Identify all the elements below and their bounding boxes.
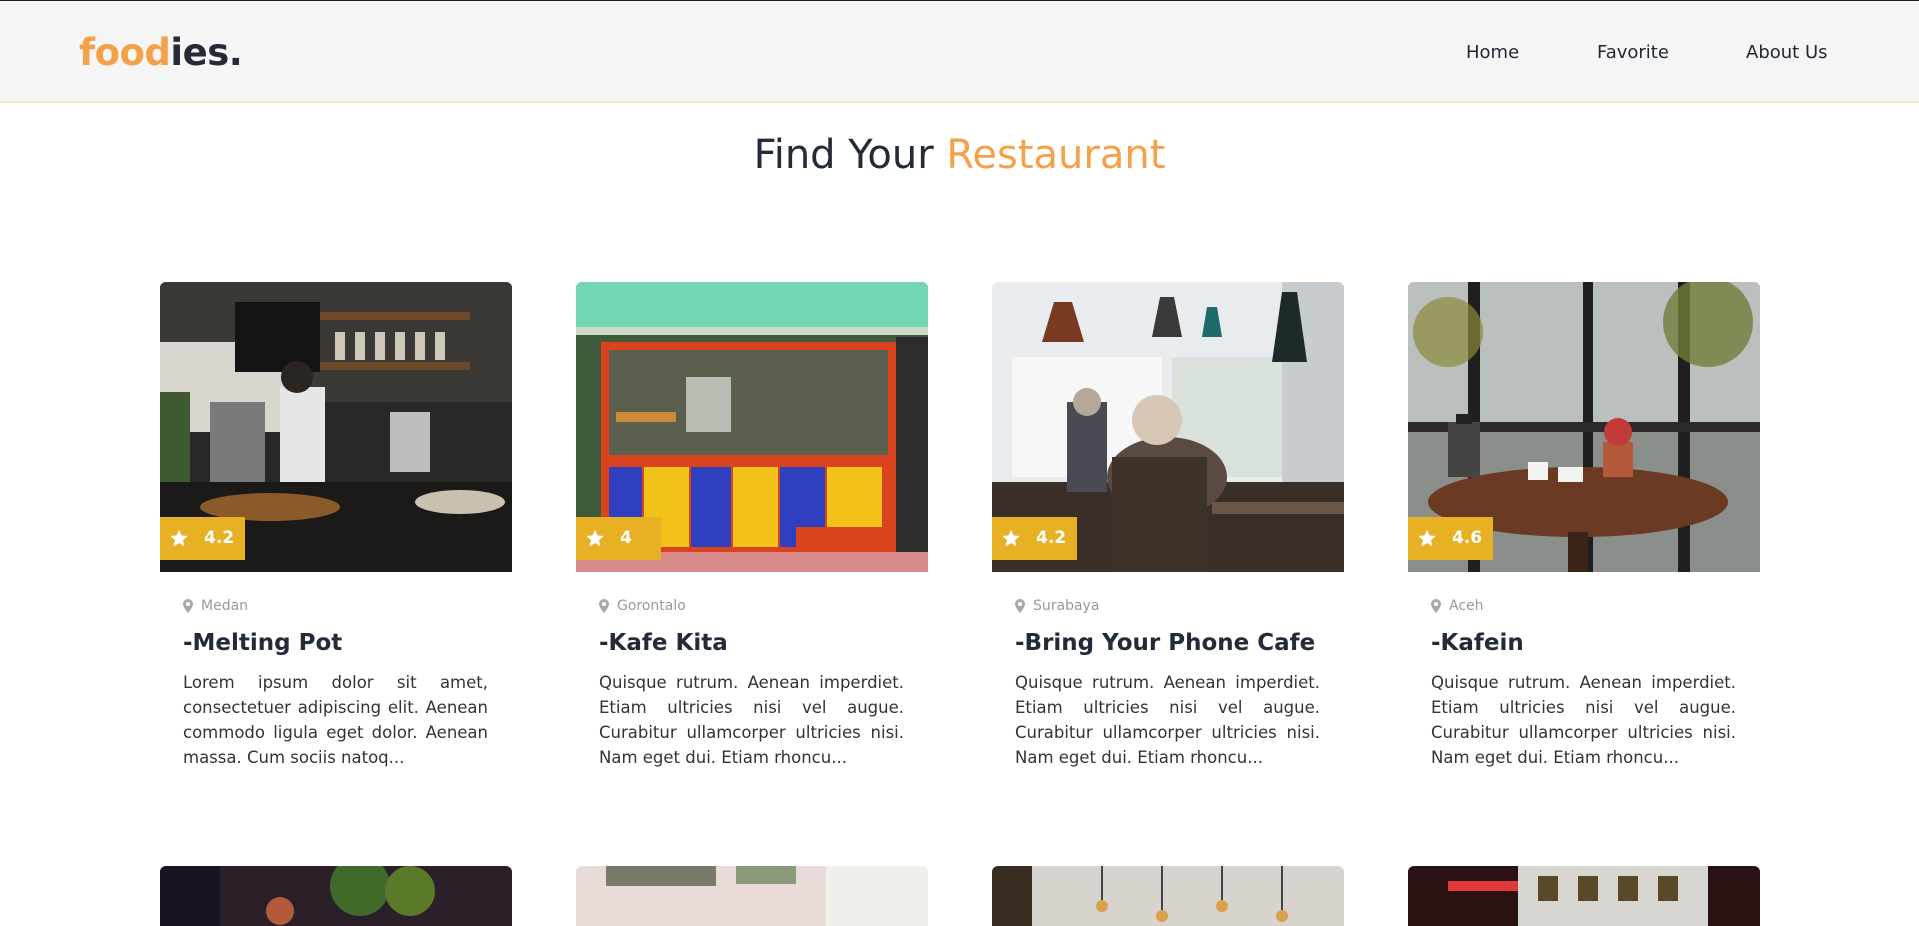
site-header: foodies. Home Favorite About Us [0,1,1919,103]
restaurant-description: Quisque rutrum. Aenean imperdiet. Etiam … [1015,673,1320,767]
page-title: Find Your Restaurant [0,132,1919,178]
page-title-start: Find Your [753,132,947,178]
restaurant-description: Lorem ipsum dolor sit amet, consectetuer… [183,673,488,767]
star-icon [1002,529,1020,547]
restaurant-description: Quisque rutrum. Aenean imperdiet. Etiam … [1431,673,1736,767]
restaurant-name[interactable]: -Kafein [1431,630,1524,656]
page-title-highlight: Restaurant [946,132,1166,178]
restaurant-description: Quisque rutrum. Aenean imperdiet. Etiam … [599,673,904,767]
restaurant-name[interactable]: -Bring Your Phone Cafe [1015,630,1315,656]
nav-favorite-link[interactable]: Favorite [1597,42,1669,63]
nav-home-link[interactable]: Home [1466,42,1519,63]
nav-about-link[interactable]: About Us [1746,42,1828,63]
map-pin-icon [183,599,193,613]
restaurant-card[interactable]: 4 Gorontalo -Kafe Kita Quisque rutrum. A… [576,282,928,772]
restaurant-card[interactable]: 4.2 Medan -Melting Pot Lorem ipsum dolor… [160,282,512,772]
restaurant-city: Gorontalo [617,598,686,614]
star-icon [1418,529,1436,547]
restaurant-city: Surabaya [1033,598,1100,614]
restaurant-city: Aceh [1449,598,1484,614]
site-logo[interactable]: foodies. [79,31,243,74]
restaurant-card[interactable]: 4.2 Surabaya -Bring Your Phone Cafe Quis… [992,282,1344,772]
logo-rest-text: ies. [170,31,243,74]
rating-badge: 4.2 [160,517,245,560]
restaurant-card-photo-partial[interactable] [1408,866,1760,926]
restaurant-card-photo-partial[interactable] [576,866,928,926]
restaurant-card-photo-partial[interactable] [160,866,512,926]
restaurant-card[interactable]: 4.6 Aceh -Kafein Quisque rutrum. Aenean … [1408,282,1760,772]
map-pin-icon [1015,599,1025,613]
star-icon [170,529,188,547]
rating-value: 4 [620,528,632,548]
rating-value: 4.6 [1452,528,1483,548]
restaurant-city: Medan [201,598,249,614]
logo-accent-text: food [79,31,171,74]
star-icon [586,529,604,547]
rating-value: 4.2 [204,528,235,548]
rating-badge: 4 [576,517,661,560]
restaurant-card-photo-partial[interactable] [992,866,1344,926]
restaurant-name[interactable]: -Melting Pot [183,630,342,656]
restaurant-name[interactable]: -Kafe Kita [599,630,728,656]
map-pin-icon [1431,599,1441,613]
rating-badge: 4.2 [992,517,1077,560]
map-pin-icon [599,599,609,613]
rating-value: 4.2 [1036,528,1067,548]
rating-badge: 4.6 [1408,517,1493,560]
